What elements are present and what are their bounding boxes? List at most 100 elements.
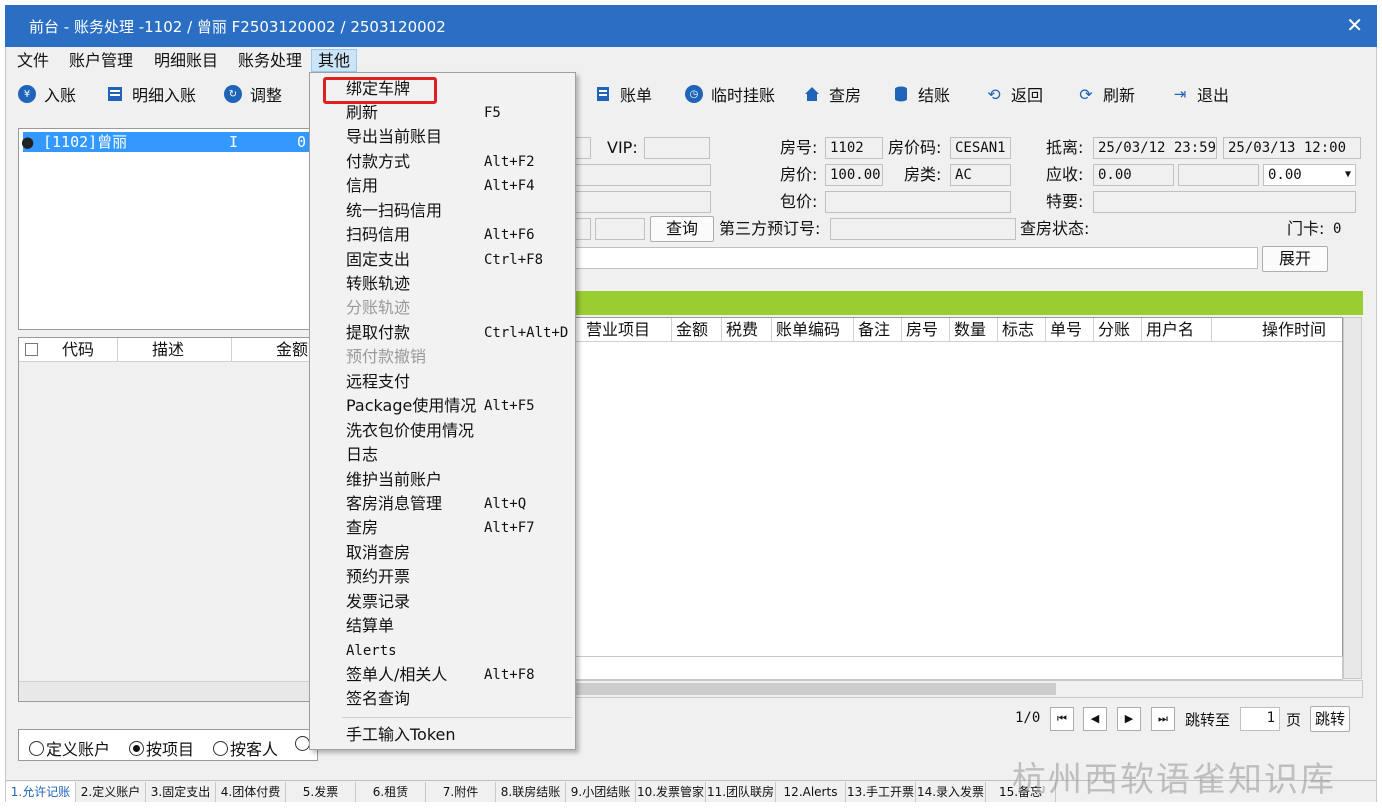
menu-transfer-trace[interactable]: 转账轨迹 — [311, 272, 574, 296]
radio-hidden[interactable] — [295, 736, 310, 751]
check-room-button[interactable]: 查房 — [803, 81, 861, 107]
rate-code-field[interactable]: CESAN1 — [950, 137, 1011, 159]
hidden-field-2[interactable] — [565, 164, 711, 186]
tab-allow-posting[interactable]: 1.允许记账 — [6, 782, 76, 802]
temp-hold-button[interactable]: ◷ 临时挂账 — [685, 81, 775, 107]
menu-package-usage[interactable]: Package使用情况 Alt+F5 — [311, 394, 574, 418]
menu-laundry-package-usage[interactable]: 洗衣包价使用情况 — [311, 419, 574, 443]
tab-group-payment[interactable]: 4.团体付费 — [216, 782, 286, 802]
col-split[interactable]: 分账 — [1094, 318, 1142, 342]
close-icon[interactable]: ✕ — [1346, 13, 1363, 37]
tab-team-linked-room[interactable]: 11.团队联房 — [706, 782, 776, 802]
back-button[interactable]: ⟲ 返回 — [985, 81, 1043, 107]
col-description[interactable]: 描述 — [118, 338, 232, 362]
col-operation-time[interactable]: 操作时间 — [1212, 318, 1342, 342]
menu-fixed-charge[interactable]: 固定支出 Ctrl+F8 — [311, 248, 574, 272]
col-quantity[interactable]: 数量 — [950, 318, 998, 342]
menu-detail-ledger[interactable]: 明细账目 — [148, 49, 224, 72]
exit-button[interactable]: ⇥ 退出 — [1171, 81, 1229, 107]
menu-settlement[interactable]: 结算单 — [311, 614, 574, 638]
tab-fixed-charge[interactable]: 3.固定支出 — [146, 782, 216, 802]
first-page-icon[interactable]: ⏮ — [1050, 707, 1074, 731]
menu-other[interactable]: 其他 — [311, 49, 358, 72]
col-remark[interactable]: 备注 — [854, 318, 902, 342]
col-tax[interactable]: 税费 — [722, 318, 772, 342]
hidden-field-5[interactable] — [595, 218, 645, 240]
jump-button[interactable]: 跳转 — [1310, 706, 1350, 732]
vip-field[interactable] — [644, 137, 710, 159]
account-table-scrollbar[interactable] — [19, 681, 317, 701]
menu-export-ledger[interactable]: 导出当前账目 — [311, 125, 574, 149]
room-no-field[interactable]: 1102 — [825, 137, 883, 159]
account-row-selected[interactable]: ● [1102]曾丽 I 0. — [21, 132, 315, 152]
arrival-field[interactable]: 25/03/12 23:59 — [1093, 137, 1217, 159]
col-flag[interactable]: 标志 — [998, 318, 1046, 342]
tab-enter-invoice[interactable]: 14.录入发票 — [916, 782, 986, 802]
page-input[interactable]: 1 — [1240, 707, 1280, 731]
tab-define-account[interactable]: 2.定义账户 — [76, 782, 146, 802]
tab-memo[interactable]: 15.备忘 — [986, 782, 1056, 802]
col-username[interactable]: 用户名 — [1142, 318, 1212, 342]
receivable-field[interactable]: 0.00 — [1093, 164, 1174, 186]
detail-entry-button[interactable]: 明细入账 — [106, 81, 196, 107]
menu-signature-query[interactable]: 签名查询 — [311, 687, 574, 711]
menu-cancel-check-room[interactable]: 取消查房 — [311, 541, 574, 565]
rate-field[interactable]: 100.00 — [825, 164, 883, 186]
query-button[interactable]: 查询 — [650, 216, 714, 242]
tab-alerts[interactable]: 12.Alerts — [776, 782, 846, 802]
expand-button[interactable]: 展开 — [1262, 246, 1328, 272]
menu-alerts[interactable]: Alerts — [311, 639, 574, 663]
menu-payment-method[interactable]: 付款方式 Alt+F2 — [311, 150, 574, 174]
third-party-booking-field[interactable] — [830, 218, 1016, 240]
last-page-icon[interactable]: ⏭ — [1151, 707, 1175, 731]
menu-log[interactable]: 日志 — [311, 443, 574, 467]
menu-invoice-records[interactable]: 发票记录 — [311, 590, 574, 614]
room-type-field[interactable]: AC — [950, 164, 1011, 186]
prev-page-icon[interactable]: ◀ — [1083, 707, 1107, 731]
menu-refresh[interactable]: 刷新 F5 — [311, 101, 574, 125]
package-field[interactable] — [825, 191, 1011, 213]
menu-unified-scan-credit[interactable]: 统一扫码信用 — [311, 199, 574, 223]
entry-button[interactable]: ¥ 入账 — [18, 81, 76, 107]
next-page-icon[interactable]: ▶ — [1117, 707, 1141, 731]
menu-scan-credit[interactable]: 扫码信用 Alt+F6 — [311, 223, 574, 247]
departure-field[interactable]: 25/03/13 12:00 — [1223, 137, 1361, 159]
menu-file[interactable]: 文件 — [11, 49, 55, 72]
checkout-button[interactable]: 结账 — [892, 81, 950, 107]
menu-extract-payment[interactable]: 提取付款 Ctrl+Alt+D — [311, 321, 574, 345]
menu-manual-token[interactable]: 手工输入Token — [311, 723, 574, 747]
ledger-vertical-scrollbar[interactable] — [1343, 317, 1362, 679]
menu-bind-plate[interactable]: 绑定车牌 — [311, 77, 574, 101]
radio-by-item[interactable]: 按项目 — [129, 736, 194, 760]
tab-linked-room-checkout[interactable]: 8.联房结账 — [496, 782, 566, 802]
hidden-field-3[interactable] — [565, 191, 711, 213]
tab-small-group-checkout[interactable]: 9.小团结账 — [566, 782, 636, 802]
col-ledger-amount[interactable]: 金额 — [672, 318, 722, 342]
col-code[interactable]: 代码 — [44, 338, 118, 362]
menu-credit[interactable]: 信用 Alt+F4 — [311, 174, 574, 198]
radio-by-guest[interactable]: 按客人 — [213, 736, 278, 760]
adjust-button[interactable]: ↻ 调整 — [224, 81, 282, 107]
col-room-no[interactable]: 房号 — [902, 318, 950, 342]
menu-account-management[interactable]: 账户管理 — [63, 49, 139, 72]
tab-lease[interactable]: 6.租赁 — [356, 782, 426, 802]
special-requirement-field[interactable] — [1093, 191, 1356, 213]
menu-billing[interactable]: 账务处理 — [232, 49, 308, 72]
tab-manual-invoice[interactable]: 13.手工开票 — [846, 782, 916, 802]
menu-maintain-account[interactable]: 维护当前账户 — [311, 468, 574, 492]
col-bill-code[interactable]: 账单编码 — [772, 318, 854, 342]
select-all-checkbox[interactable] — [25, 343, 38, 356]
receivable-select[interactable]: 0.00 ▼ — [1263, 164, 1356, 186]
remark-field[interactable] — [565, 247, 1258, 269]
menu-room-message[interactable]: 客房消息管理 Alt+Q — [311, 492, 574, 516]
menu-check-room[interactable]: 查房 Alt+F7 — [311, 516, 574, 540]
bill-button[interactable]: 账单 — [594, 81, 652, 107]
tab-invoice-manager[interactable]: 10.发票管家 — [636, 782, 706, 802]
refresh-button[interactable]: ⟳ 刷新 — [1077, 81, 1135, 107]
col-order-no[interactable]: 单号 — [1046, 318, 1094, 342]
menu-remote-payment[interactable]: 远程支付 — [311, 370, 574, 394]
receivable-extra-field[interactable] — [1178, 164, 1259, 186]
tab-invoice[interactable]: 5.发票 — [286, 782, 356, 802]
radio-define-account[interactable]: 定义账户 — [29, 736, 110, 760]
tab-attachment[interactable]: 7.附件 — [426, 782, 496, 802]
